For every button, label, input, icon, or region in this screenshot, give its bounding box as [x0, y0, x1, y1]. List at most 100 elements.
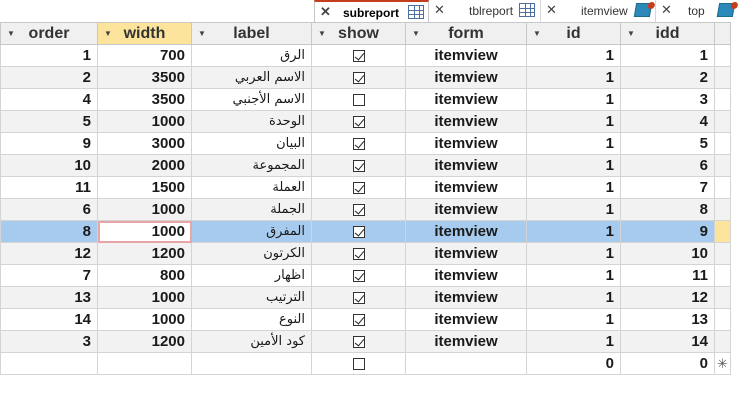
cell-width[interactable] — [97, 352, 192, 375]
table-row[interactable]: 1 700 الرق itemview 1 1 — [0, 44, 731, 67]
cell-form[interactable]: itemview — [405, 330, 527, 353]
cell-order[interactable]: 8 — [0, 220, 98, 243]
record-selector[interactable] — [714, 286, 731, 309]
cell-idd[interactable]: 4 — [620, 110, 715, 133]
cell-id[interactable]: 1 — [526, 308, 621, 331]
cell-label[interactable]: النوع — [191, 308, 312, 331]
show-checkbox[interactable] — [352, 160, 365, 173]
cell-label[interactable]: الجملة — [191, 198, 312, 221]
cell-width[interactable]: 3500 — [97, 88, 192, 111]
cell-idd[interactable]: 5 — [620, 132, 715, 155]
cell-idd[interactable]: 13 — [620, 308, 715, 331]
cell-width[interactable]: 1200 — [97, 242, 192, 265]
cell-width[interactable]: 3000 — [97, 132, 192, 155]
cell-form[interactable]: itemview — [405, 242, 527, 265]
tab-top[interactable]: ✕ top — [656, 0, 739, 22]
cell-idd[interactable]: 10 — [620, 242, 715, 265]
cell-id[interactable]: 1 — [526, 330, 621, 353]
cell-width[interactable]: 1200 — [97, 330, 192, 353]
record-selector[interactable] — [714, 242, 731, 265]
cell-show[interactable] — [311, 154, 406, 177]
cell-width[interactable]: 800 — [97, 264, 192, 287]
cell-form[interactable] — [405, 352, 527, 375]
cell-id[interactable]: 1 — [526, 264, 621, 287]
show-checkbox[interactable] — [352, 270, 365, 283]
table-row[interactable]: 5 1000 الوحدة itemview 1 4 — [0, 110, 731, 133]
show-checkbox[interactable] — [352, 226, 365, 239]
cell-idd[interactable]: 7 — [620, 176, 715, 199]
column-header-order[interactable]: ▼ order — [0, 22, 98, 45]
cell-form[interactable]: itemview — [405, 154, 527, 177]
table-row[interactable]: 4 3500 الاسم الأجنبي itemview 1 3 — [0, 88, 731, 111]
cell-order[interactable]: 14 — [0, 308, 98, 331]
cell-label[interactable]: الاسم العربي — [191, 66, 312, 89]
sort-dropdown-icon[interactable]: ▼ — [7, 29, 15, 38]
cell-label[interactable]: المجموعة — [191, 154, 312, 177]
show-checkbox[interactable] — [352, 94, 365, 107]
show-checkbox[interactable] — [352, 314, 365, 327]
record-selector[interactable] — [714, 132, 731, 155]
cell-label[interactable]: المفرق — [191, 220, 312, 243]
cell-label[interactable]: البيان — [191, 132, 312, 155]
cell-order[interactable]: 13 — [0, 286, 98, 309]
cell-label[interactable]: العملة — [191, 176, 312, 199]
show-checkbox[interactable] — [352, 248, 365, 261]
cell-label[interactable]: الوحدة — [191, 110, 312, 133]
cell-order[interactable] — [0, 352, 98, 375]
tab-subreport[interactable]: ✕ subreport — [314, 0, 429, 22]
cell-width[interactable]: 1000 — [97, 286, 192, 309]
show-checkbox[interactable] — [352, 336, 365, 349]
column-header-width[interactable]: ▼ width — [97, 22, 192, 45]
cell-order[interactable]: 12 — [0, 242, 98, 265]
table-row[interactable]: 2 3500 الاسم العربي itemview 1 2 — [0, 66, 731, 89]
cell-form[interactable]: itemview — [405, 44, 527, 67]
column-header-idd[interactable]: ▼ idd — [620, 22, 715, 45]
record-selector[interactable] — [714, 88, 731, 111]
cell-show[interactable] — [311, 264, 406, 287]
cell-id[interactable]: 0 — [526, 352, 621, 375]
cell-show[interactable] — [311, 286, 406, 309]
show-checkbox[interactable] — [352, 72, 365, 85]
cell-order[interactable]: 1 — [0, 44, 98, 67]
cell-form[interactable]: itemview — [405, 308, 527, 331]
cell-idd[interactable]: 2 — [620, 66, 715, 89]
table-row[interactable]: 12 1200 الكرتون itemview 1 10 — [0, 242, 731, 265]
cell-label[interactable]: الاسم الأجنبي — [191, 88, 312, 111]
cell-width[interactable]: 1000 — [97, 198, 192, 221]
record-selector[interactable] — [714, 264, 731, 287]
tab-tblreport[interactable]: ✕ tblreport — [429, 0, 541, 22]
table-row[interactable]: 13 1000 الترتيب itemview 1 12 — [0, 286, 731, 309]
cell-show[interactable] — [311, 88, 406, 111]
cell-form[interactable]: itemview — [405, 264, 527, 287]
record-selector[interactable] — [714, 198, 731, 221]
record-selector[interactable] — [714, 44, 731, 67]
cell-order[interactable]: 2 — [0, 66, 98, 89]
cell-order[interactable]: 5 — [0, 110, 98, 133]
cell-order[interactable]: 4 — [0, 88, 98, 111]
cell-label[interactable]: كود الأمين — [191, 330, 312, 353]
show-checkbox[interactable] — [352, 138, 365, 151]
table-row[interactable]: 9 3000 البيان itemview 1 5 — [0, 132, 731, 155]
cell-form[interactable]: itemview — [405, 110, 527, 133]
cell-show[interactable] — [311, 330, 406, 353]
cell-form[interactable]: itemview — [405, 132, 527, 155]
record-selector[interactable] — [714, 110, 731, 133]
cell-idd[interactable]: 0 — [620, 352, 715, 375]
cell-label[interactable]: الترتيب — [191, 286, 312, 309]
sort-dropdown-icon[interactable]: ▼ — [533, 29, 541, 38]
tab-itemview[interactable]: ✕ itemview — [541, 0, 656, 22]
cell-order[interactable]: 11 — [0, 176, 98, 199]
cell-id[interactable]: 1 — [526, 242, 621, 265]
show-checkbox[interactable] — [352, 292, 365, 305]
cell-show[interactable] — [311, 44, 406, 67]
cell-show[interactable] — [311, 110, 406, 133]
cell-width[interactable]: 1000 — [97, 308, 192, 331]
cell-order[interactable]: 6 — [0, 198, 98, 221]
cell-show[interactable] — [311, 308, 406, 331]
record-selector[interactable] — [714, 66, 731, 89]
table-row[interactable]: 6 1000 الجملة itemview 1 8 — [0, 198, 731, 221]
cell-id[interactable]: 1 — [526, 176, 621, 199]
cell-id[interactable]: 1 — [526, 66, 621, 89]
cell-form[interactable]: itemview — [405, 66, 527, 89]
show-checkbox[interactable] — [352, 50, 365, 63]
